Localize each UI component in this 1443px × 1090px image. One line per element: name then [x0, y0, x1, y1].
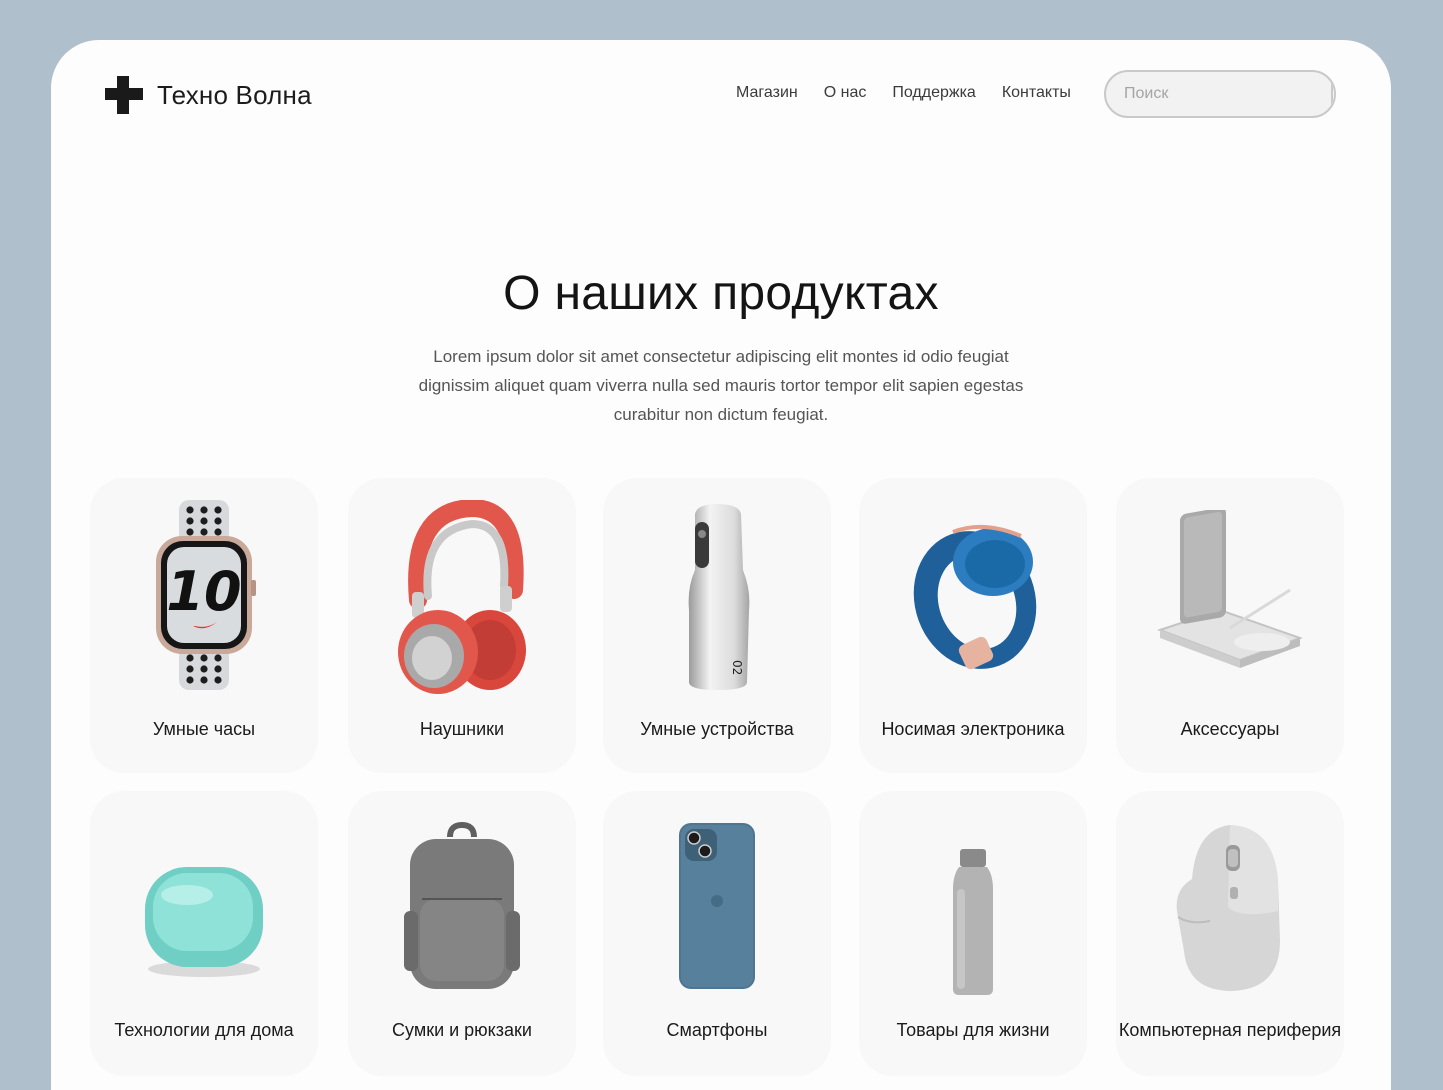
smartwatch-image: 10	[156, 500, 256, 690]
category-label: Компьютерная периферия	[1118, 1020, 1342, 1040]
brand-logo[interactable]: Техно Волна	[105, 76, 312, 114]
category-card-headphones[interactable]: Наушники	[348, 478, 576, 773]
category-card-smartwatches[interactable]: 10 Умные часы	[90, 478, 318, 773]
category-card-smart-devices[interactable]: 02 Умные устройства	[603, 478, 831, 773]
wearable-band-image	[913, 524, 1037, 670]
plus-logo-icon	[105, 76, 143, 114]
page-description: Lorem ipsum dolor sit amet consectetur a…	[418, 347, 1024, 424]
search-icon	[1333, 87, 1336, 102]
category-card-smartphones[interactable]: Смартфоны	[603, 791, 831, 1076]
smart-device-image: 02	[688, 504, 750, 690]
search-button[interactable]	[1331, 72, 1336, 116]
search-box	[1104, 70, 1336, 118]
category-label: Умные устройства	[640, 719, 794, 739]
category-card-peripherals[interactable]: Компьютерная периферия	[1116, 791, 1344, 1076]
water-bottle-image	[953, 849, 993, 995]
page-title: О наших продуктах	[503, 267, 939, 320]
nav-link-shop[interactable]: Магазин	[736, 84, 798, 102]
nav-link-support[interactable]: Поддержка	[892, 84, 975, 102]
nav-link-contacts[interactable]: Контакты	[1002, 84, 1071, 102]
wireless-charger-image	[1157, 510, 1303, 668]
category-label: Наушники	[419, 719, 505, 739]
search-input[interactable]	[1106, 72, 1331, 116]
category-label: Сумки и рюкзаки	[392, 1020, 532, 1040]
category-card-home-tech[interactable]: Технологии для дома	[90, 791, 318, 1076]
category-card-bags[interactable]: Сумки и рюкзаки	[348, 791, 576, 1076]
computer-mouse-image	[1176, 825, 1280, 991]
category-label: Умные часы	[152, 719, 256, 739]
category-card-accessories[interactable]: Аксессуары	[1116, 478, 1344, 773]
category-label: Товары для жизни	[896, 1020, 1050, 1040]
nav-link-about[interactable]: О нас	[824, 84, 867, 102]
svg-text:02: 02	[730, 660, 744, 675]
app-window: Техно Волна Магазин О нас Поддержка Конт…	[51, 40, 1391, 1090]
category-card-wearables[interactable]: Носимая электроника	[859, 478, 1087, 773]
category-label: Технологии для дома	[114, 1020, 294, 1040]
headphones-image	[398, 500, 526, 694]
category-label: Аксессуары	[1180, 719, 1280, 739]
category-label: Носимая электроника	[881, 719, 1065, 739]
main-nav: Магазин О нас Поддержка Контакты	[736, 84, 1071, 102]
brand-name: Техно Волна	[157, 79, 312, 110]
home-speaker-image	[145, 867, 263, 977]
smartphone-image	[679, 823, 755, 989]
svg-text:10: 10	[166, 560, 241, 623]
category-label: Смартфоны	[666, 1020, 768, 1040]
category-card-lifestyle[interactable]: Товары для жизни	[859, 791, 1087, 1076]
backpack-image	[404, 821, 520, 989]
